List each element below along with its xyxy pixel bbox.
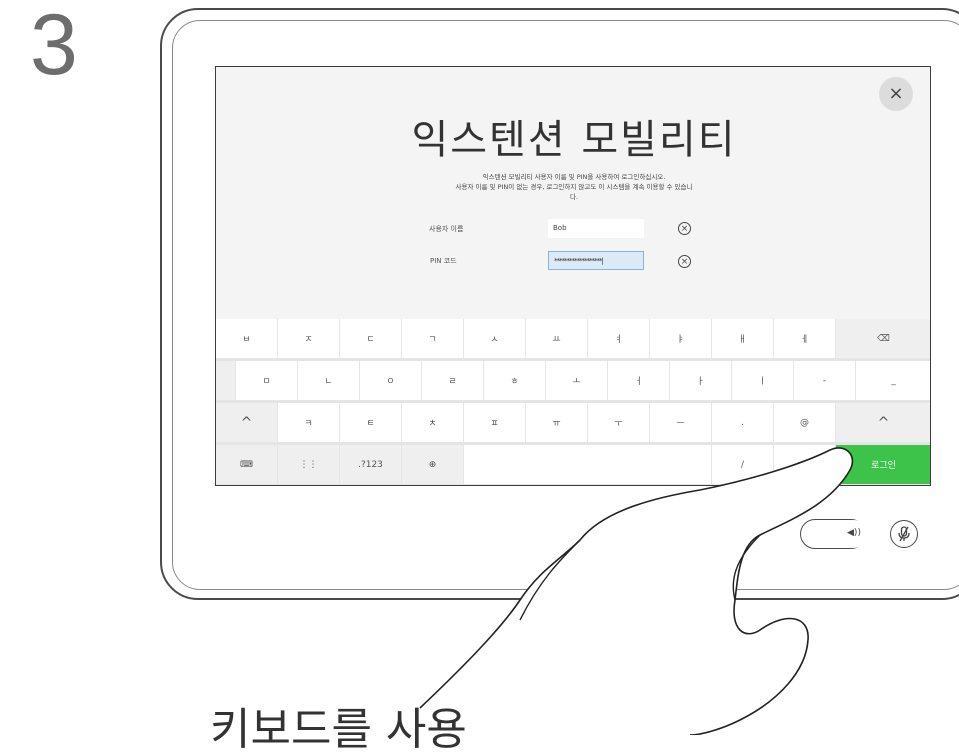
pointing-hand-illustration <box>419 447 854 735</box>
step-caption: 키보드를 사용 <box>210 704 467 755</box>
